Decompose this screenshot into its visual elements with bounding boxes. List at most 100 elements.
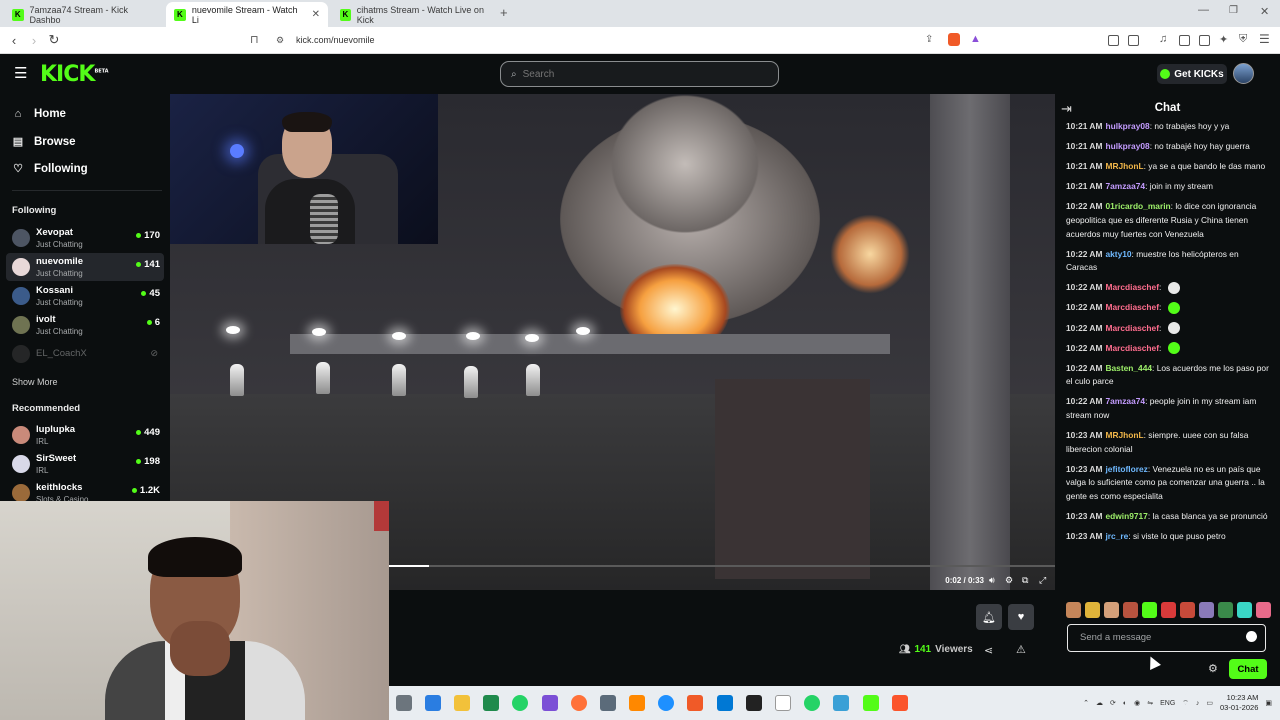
- following-channel[interactable]: Xevopat Just Chatting 170: [6, 224, 164, 252]
- msg-user[interactable]: Marcdiaschef: [1105, 343, 1159, 353]
- following-channel-offline[interactable]: EL_CoachX ⊘: [6, 340, 164, 368]
- app-icon[interactable]: [687, 695, 704, 711]
- nav-browse[interactable]: ▤ Browse: [12, 135, 76, 149]
- emote-button[interactable]: [1142, 602, 1157, 618]
- emoji-picker-icon[interactable]: [1246, 631, 1257, 642]
- emote-button[interactable]: [1104, 602, 1119, 618]
- search-input[interactable]: [522, 68, 763, 80]
- widgets-icon[interactable]: [424, 695, 441, 711]
- recommended-channel[interactable]: SirSweet IRL 198: [6, 450, 164, 478]
- volume-icon[interactable]: 🔊︎: [989, 575, 995, 586]
- search-box[interactable]: ⌕: [500, 61, 779, 87]
- language-indicator[interactable]: ENG: [1160, 700, 1175, 707]
- share-icon[interactable]: ⇪: [925, 34, 933, 45]
- nav-following[interactable]: ♡ Following: [12, 162, 88, 176]
- emote-button[interactable]: [1199, 602, 1214, 618]
- recommended-channel[interactable]: luplupka IRL 449: [6, 421, 164, 449]
- vpn-icon[interactable]: ⛨: [1239, 33, 1247, 46]
- following-channel[interactable]: ivolt Just Chatting 6: [6, 311, 164, 339]
- whatsapp-icon[interactable]: [512, 695, 529, 711]
- minimize-icon[interactable]: —: [1198, 4, 1209, 16]
- fullscreen-icon[interactable]: ⤢: [1039, 575, 1046, 586]
- following-channel[interactable]: Kossani Just Chatting 45: [6, 282, 164, 310]
- msg-user[interactable]: Basten_444: [1105, 363, 1152, 373]
- emote-button[interactable]: [1123, 602, 1138, 618]
- battery-icon[interactable]: ▭: [1206, 699, 1213, 707]
- app-icon[interactable]: [833, 695, 850, 711]
- nav-home[interactable]: ⌂ Home: [12, 108, 66, 120]
- msg-user[interactable]: 7amzaa74: [1105, 181, 1145, 191]
- visual-studio-icon[interactable]: [541, 695, 558, 711]
- share-icon[interactable]: ⋖: [984, 644, 993, 657]
- msg-user[interactable]: edwin9717: [1105, 511, 1147, 521]
- emote-button[interactable]: [1085, 602, 1100, 618]
- whatsapp-icon[interactable]: [804, 695, 821, 711]
- sync-icon[interactable]: ⟳: [1110, 699, 1116, 707]
- taskview-icon[interactable]: [395, 695, 412, 711]
- hamburger-menu-icon[interactable]: ☰: [14, 64, 27, 82]
- msg-user[interactable]: MRJhonL: [1105, 161, 1143, 171]
- sidebar-toggle-icon[interactable]: [1179, 35, 1190, 46]
- forward-icon[interactable]: ›: [24, 33, 44, 48]
- msg-user[interactable]: jefitoflorez: [1105, 464, 1147, 474]
- rewards-icon[interactable]: ▲: [970, 33, 981, 45]
- app-icon[interactable]: [599, 695, 616, 711]
- settings-icon[interactable]: ⚙: [1005, 575, 1013, 586]
- browser-tab-2[interactable]: K nuevomile Stream - Watch Li ✕: [166, 2, 328, 27]
- video-progress-bar[interactable]: [389, 565, 1055, 567]
- msg-user[interactable]: Marcdiaschef: [1105, 302, 1159, 312]
- notification-icon[interactable]: ▣: [1265, 699, 1272, 707]
- volume-icon[interactable]: ♪: [1196, 700, 1200, 707]
- wifi-icon[interactable]: ⌔: [1182, 699, 1189, 708]
- tray-chevron-icon[interactable]: ⌃: [1083, 699, 1089, 707]
- get-kicks-button[interactable]: Get KICKs: [1157, 64, 1227, 84]
- msg-user[interactable]: 01ricardo_marin: [1105, 201, 1170, 211]
- report-icon[interactable]: ⚠: [1016, 643, 1026, 656]
- url-field[interactable]: kick.com/nuevomile: [296, 35, 375, 45]
- msg-user[interactable]: hulkpray08: [1105, 121, 1149, 131]
- firefox-icon[interactable]: [570, 695, 587, 711]
- menu-icon[interactable]: ☰: [1259, 32, 1270, 46]
- emote-button[interactable]: [1218, 602, 1233, 618]
- usb-icon[interactable]: ⇋: [1147, 699, 1153, 707]
- close-icon[interactable]: ✕: [312, 9, 320, 20]
- reload-icon[interactable]: ↻: [44, 32, 64, 48]
- window-close-icon[interactable]: ✕: [1260, 5, 1269, 18]
- vlc-icon[interactable]: [629, 695, 646, 711]
- chat-input-box[interactable]: [1067, 624, 1266, 652]
- reader-icon[interactable]: [1128, 35, 1139, 46]
- emote-button[interactable]: [1066, 602, 1081, 618]
- site-info-icon[interactable]: ⚙: [276, 35, 284, 46]
- notepad-icon[interactable]: [775, 695, 792, 711]
- msg-user[interactable]: Marcdiaschef: [1105, 323, 1159, 333]
- msg-user[interactable]: Marcdiaschef: [1105, 282, 1159, 292]
- kick-logo[interactable]: KICKBETA: [40, 62, 109, 87]
- chat-message-input[interactable]: [1068, 625, 1228, 650]
- emote-button[interactable]: [1256, 602, 1271, 618]
- follow-heart-button[interactable]: ♥: [1008, 604, 1034, 630]
- msg-user[interactable]: hulkpray08: [1105, 141, 1149, 151]
- emote-button[interactable]: [1161, 602, 1176, 618]
- browser-tab-1[interactable]: K 7amzaa74 Stream - Kick Dashbo: [4, 2, 164, 27]
- new-tab-icon[interactable]: +: [500, 5, 508, 20]
- bookmark-icon[interactable]: ⊓: [250, 33, 259, 46]
- msg-user[interactable]: jrc_re: [1105, 531, 1128, 541]
- user-avatar[interactable]: [1233, 63, 1254, 84]
- emote-button[interactable]: [1237, 602, 1252, 618]
- vscode-icon[interactable]: [716, 695, 733, 711]
- back-icon[interactable]: ‹: [4, 33, 24, 48]
- excel-icon[interactable]: [483, 695, 500, 711]
- kick-app-icon[interactable]: [862, 695, 879, 711]
- chat-settings-icon[interactable]: ⚙: [1208, 662, 1218, 675]
- wallet-icon[interactable]: [1199, 35, 1210, 46]
- show-more-link[interactable]: Show More: [12, 377, 58, 387]
- mic-icon[interactable]: ◉: [1134, 699, 1140, 707]
- terminal-icon[interactable]: [745, 695, 762, 711]
- msg-user[interactable]: 7amzaa74: [1105, 396, 1145, 406]
- brave-shield-icon[interactable]: [948, 33, 960, 46]
- speaker-icon[interactable]: ◐: [1123, 700, 1127, 707]
- following-channel-active[interactable]: nuevomile Just Chatting 141: [6, 253, 164, 281]
- notification-bell-button[interactable]: 🔔︎: [976, 604, 1002, 630]
- msg-user[interactable]: MRJhonL: [1105, 430, 1143, 440]
- edge-icon[interactable]: [658, 695, 675, 711]
